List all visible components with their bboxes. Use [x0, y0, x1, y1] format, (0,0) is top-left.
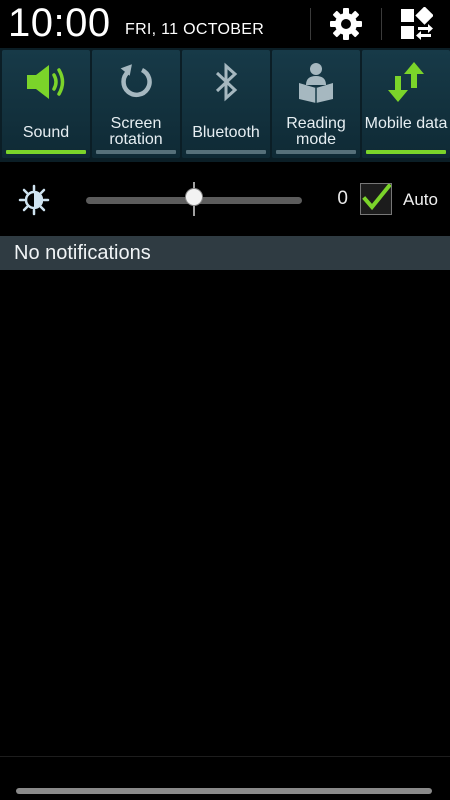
- toggle-label: Screen rotation: [109, 115, 163, 148]
- reading-person-icon: [299, 63, 333, 103]
- clock-time: 10:00: [8, 1, 111, 45]
- data-arrows-icon: [388, 62, 424, 102]
- edit-toggles-button[interactable]: [392, 4, 440, 44]
- grid-edit-icon: [401, 7, 433, 40]
- brightness-row: 0 Auto: [0, 162, 450, 236]
- header-divider: [381, 8, 382, 40]
- toggle-mobile-data[interactable]: Mobile data: [362, 50, 450, 158]
- status-header: 10:00 FRI, 11 OCTOBER: [0, 0, 450, 48]
- toggle-indicator: [96, 150, 176, 154]
- settings-button[interactable]: [322, 4, 370, 44]
- quick-settings-panel: Sound Screen rotation Bluetooth Reading …: [0, 48, 450, 162]
- toggle-indicator: [6, 150, 86, 154]
- toggle-indicator: [366, 150, 446, 154]
- speaker-icon: [27, 65, 65, 99]
- toggle-label: Sound: [22, 124, 70, 141]
- toggle-label: Bluetooth: [192, 124, 260, 141]
- auto-brightness-checkbox[interactable]: [360, 183, 392, 215]
- toggle-indicator: [276, 150, 356, 154]
- checkmark-icon: [362, 184, 391, 211]
- auto-brightness-label: Auto: [403, 190, 438, 209]
- panel-divider: [0, 756, 450, 757]
- toggle-indicator: [186, 150, 266, 154]
- bluetooth-icon: [215, 62, 238, 102]
- toggle-bluetooth[interactable]: Bluetooth: [182, 50, 270, 158]
- panel-drag-handle[interactable]: [16, 788, 432, 794]
- toggle-reading-mode[interactable]: Reading mode: [272, 50, 360, 158]
- brightness-slider-thumb[interactable]: [186, 189, 202, 205]
- toggle-label: Mobile data: [364, 115, 448, 132]
- header-divider: [310, 8, 311, 40]
- rotate-icon: [120, 64, 152, 98]
- gear-icon: [330, 8, 362, 40]
- toggle-sound[interactable]: Sound: [2, 50, 90, 158]
- notifications-header: No notifications: [0, 236, 450, 270]
- clock-date: FRI, 11 OCTOBER: [125, 21, 265, 38]
- brightness-sun-icon: [18, 184, 50, 216]
- no-notifications-text: No notifications: [14, 242, 151, 264]
- toggle-screen-rotation[interactable]: Screen rotation: [92, 50, 180, 158]
- brightness-value: 0: [337, 188, 348, 209]
- toggle-label: Reading mode: [286, 115, 346, 148]
